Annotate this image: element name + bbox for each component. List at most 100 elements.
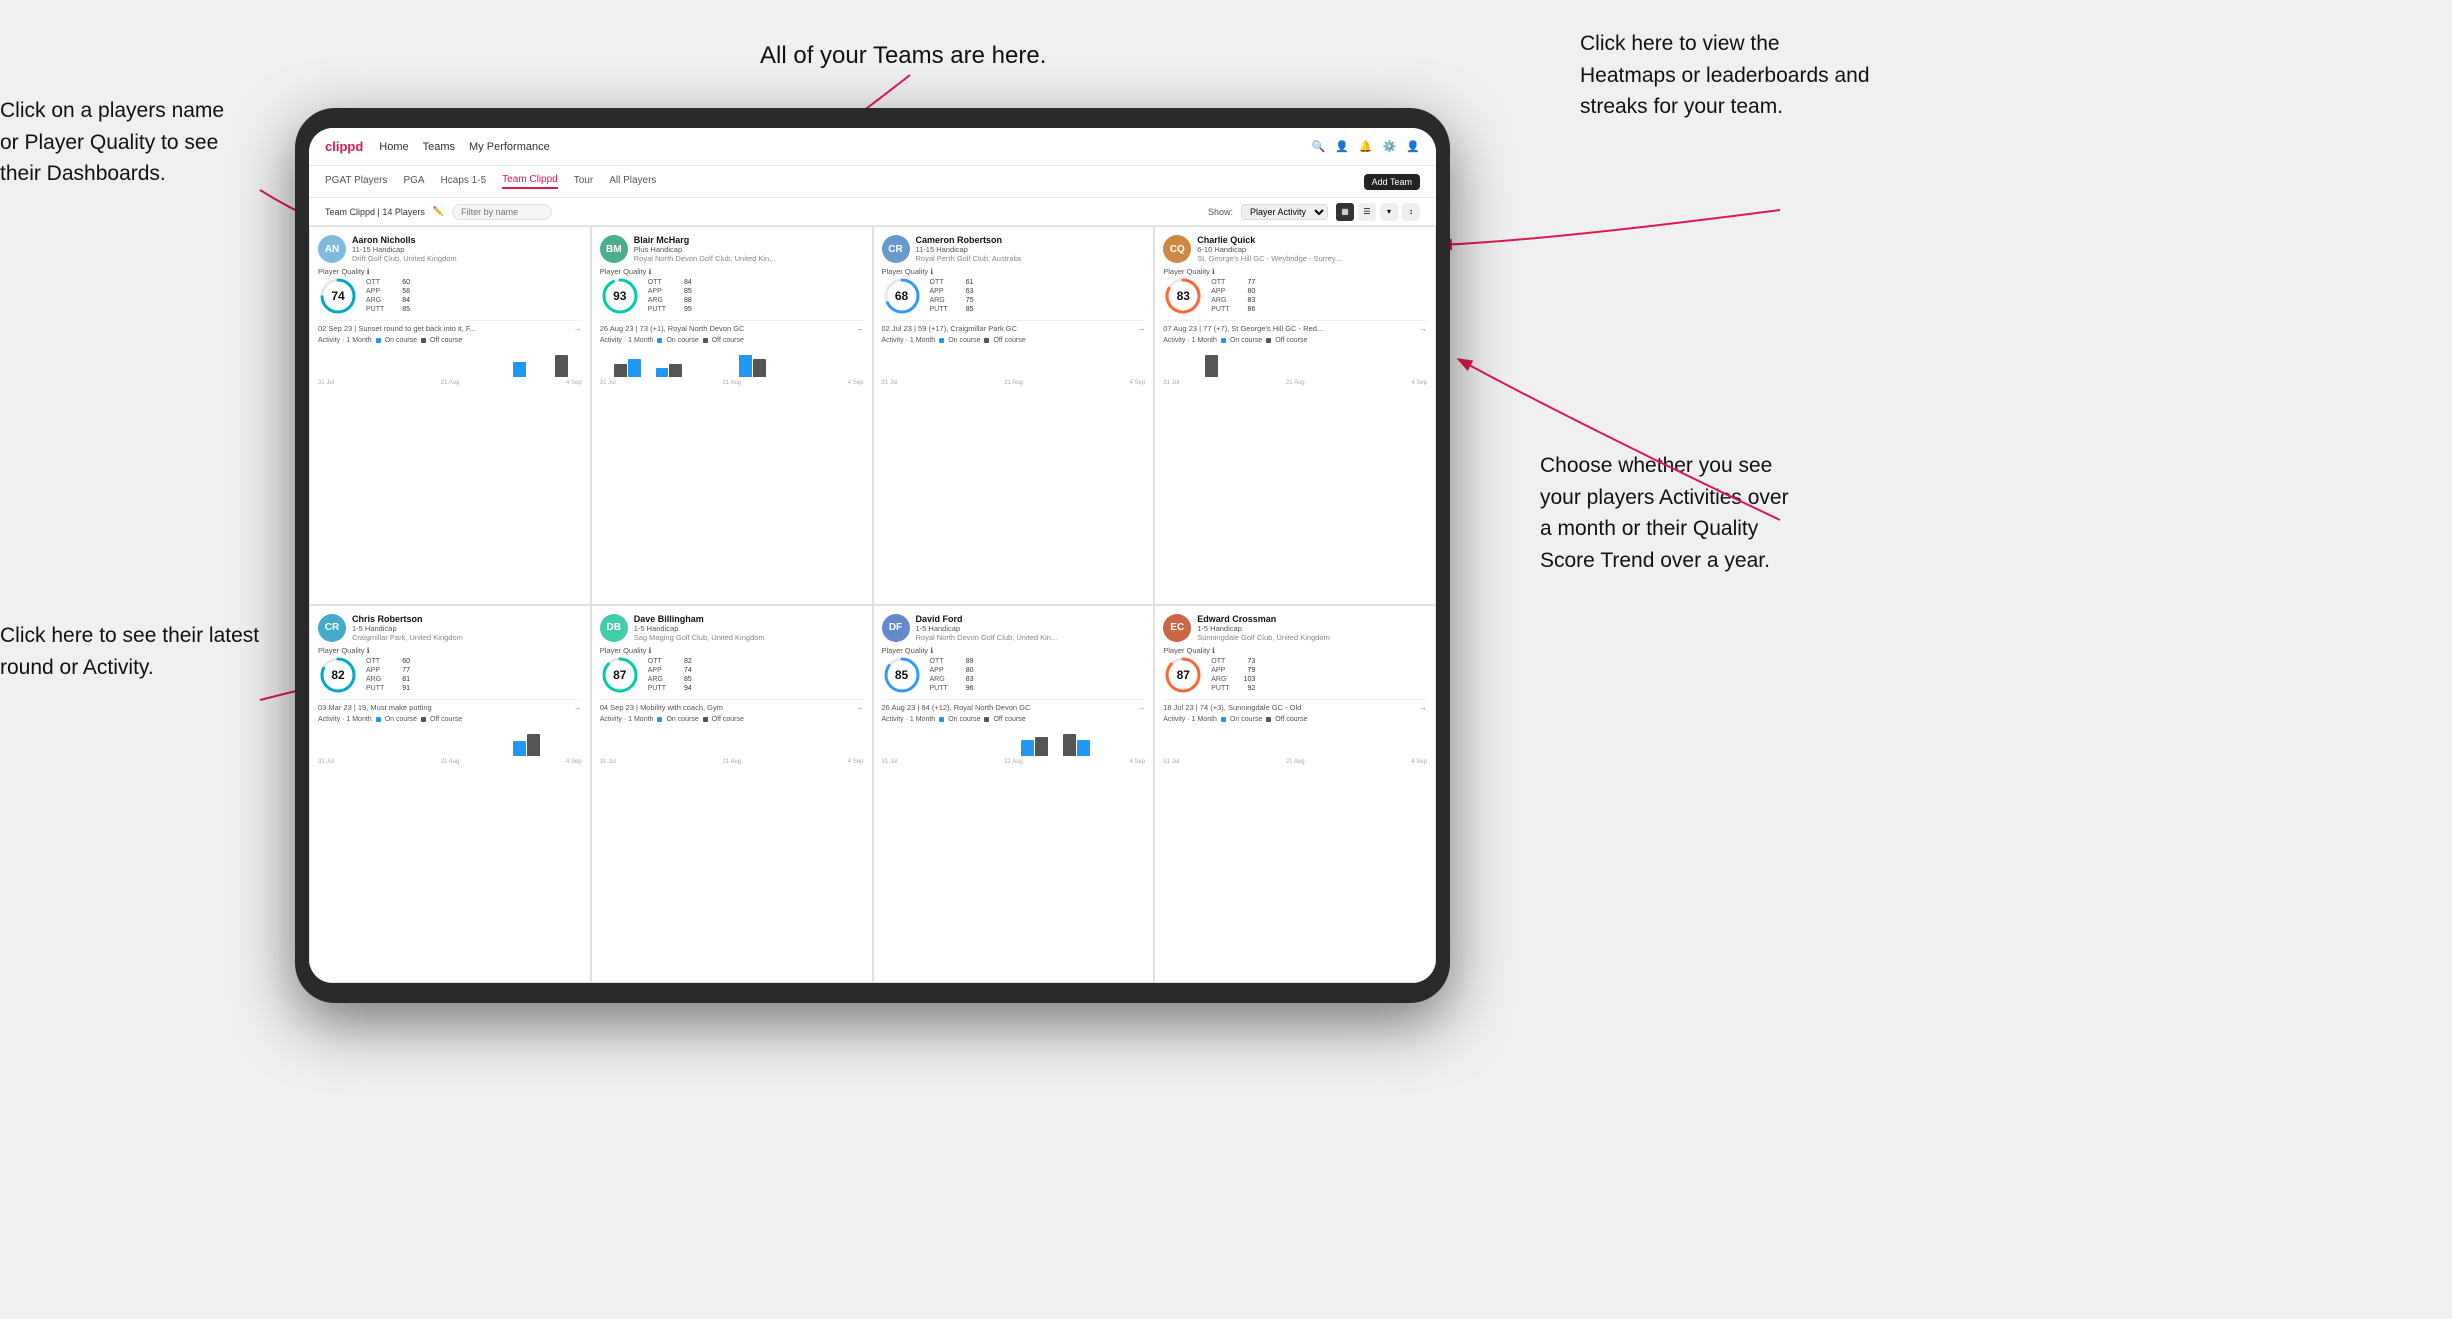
tab-hcaps[interactable]: Hcaps 1-5 <box>441 175 487 188</box>
stat-label: ARG <box>930 297 954 304</box>
player-name[interactable]: Blair McHarg <box>634 235 864 245</box>
add-team-button[interactable]: Add Team <box>1364 174 1420 190</box>
tab-tour[interactable]: Tour <box>574 175 593 188</box>
quality-circle-wrap[interactable]: 85 OTT 89 APP 80 ARG 83 <box>882 655 974 695</box>
off-course-label: Off course <box>1275 716 1307 723</box>
activity-section: Activity · 1 Month On course Off course … <box>318 337 582 386</box>
latest-round[interactable]: 03 Mar 23 | 19, Must make putting → <box>318 699 582 712</box>
latest-round[interactable]: 04 Sep 23 | Mobility with coach, Gym → <box>600 699 864 712</box>
search-icon[interactable]: 🔍 <box>1311 140 1325 153</box>
tab-all-players[interactable]: All Players <box>609 175 656 188</box>
tab-pgat[interactable]: PGAT Players <box>325 175 387 188</box>
quality-circle: 74 <box>318 276 358 316</box>
chart-label-start: 31 Jul <box>1163 380 1179 386</box>
filter-input[interactable] <box>452 204 552 220</box>
nav-teams[interactable]: Teams <box>423 141 455 153</box>
player-header[interactable]: CQ Charlie Quick 6-10 Handicap St. Georg… <box>1163 235 1427 263</box>
chart-bar <box>837 755 850 756</box>
chart-bar <box>1163 755 1176 756</box>
stat-value: 91 <box>396 685 410 692</box>
latest-round[interactable]: 07 Aug 23 | 77 (+7), St George's Hill GC… <box>1163 320 1427 333</box>
filter-button[interactable]: ▾ <box>1380 203 1398 221</box>
latest-round[interactable]: 26 Aug 23 | 73 (+1), Royal North Devon G… <box>600 320 864 333</box>
quality-section: Player Quality ℹ 74 OTT 60 <box>318 267 582 316</box>
round-arrow[interactable]: → <box>1137 324 1145 333</box>
round-arrow[interactable]: → <box>1419 324 1427 333</box>
player-name[interactable]: Chris Robertson <box>352 614 582 624</box>
chart-area <box>882 723 1146 758</box>
round-arrow[interactable]: → <box>1419 703 1427 712</box>
quality-circle-wrap[interactable]: 87 OTT 73 APP 79 ARG 103 <box>1163 655 1255 695</box>
player-name[interactable]: Cameron Robertson <box>916 235 1146 245</box>
player-header[interactable]: DF David Ford 1-5 Handicap Royal North D… <box>882 614 1146 642</box>
stat-label: APP <box>1211 288 1235 295</box>
round-arrow[interactable]: → <box>856 324 864 333</box>
chart-bar <box>332 755 345 756</box>
tab-team-clippd[interactable]: Team Clippd <box>502 174 558 189</box>
avatar[interactable]: 👤 <box>1406 140 1420 153</box>
grid-view-button[interactable]: ▦ <box>1336 203 1354 221</box>
stat-value: 94 <box>678 685 692 692</box>
player-header[interactable]: BM Blair McHarg Plus Handicap Royal Nort… <box>600 235 864 263</box>
chart-labels: 31 Jul 21 Aug 4 Sep <box>882 759 1146 765</box>
chart-bar <box>1021 376 1034 377</box>
show-select[interactable]: Player Activity <box>1241 204 1328 220</box>
quality-circle-wrap[interactable]: 83 OTT 77 APP 80 ARG 83 <box>1163 276 1255 316</box>
edit-icon[interactable]: ✏️ <box>433 206 444 217</box>
latest-round[interactable]: 26 Aug 23 | 84 (+12), Royal North Devon … <box>882 699 1146 712</box>
stat-row: APP 80 <box>1211 288 1255 295</box>
player-name[interactable]: Charlie Quick <box>1197 235 1427 245</box>
player-name[interactable]: Aaron Nicholls <box>352 235 582 245</box>
player-header[interactable]: AN Aaron Nicholls 11-15 Handicap Drift G… <box>318 235 582 263</box>
latest-round[interactable]: 02 Jul 23 | 59 (+17), Craigmillar Park G… <box>882 320 1146 333</box>
player-header[interactable]: EC Edward Crossman 1-5 Handicap Sunningd… <box>1163 614 1427 642</box>
round-arrow[interactable]: → <box>574 703 582 712</box>
quality-label: Player Quality ℹ <box>318 646 410 655</box>
round-arrow[interactable]: → <box>574 324 582 333</box>
list-view-button[interactable]: ☰ <box>1358 203 1376 221</box>
chart-bar <box>1132 376 1145 377</box>
settings-icon[interactable]: ⚙️ <box>1383 140 1397 153</box>
chart-bars <box>318 347 582 377</box>
chart-bar <box>600 755 613 756</box>
round-arrow[interactable]: → <box>856 703 864 712</box>
player-name[interactable]: David Ford <box>916 614 1146 624</box>
player-info: David Ford 1-5 Handicap Royal North Devo… <box>916 614 1146 642</box>
quality-circle-wrap[interactable]: 74 OTT 60 APP 58 ARG 84 <box>318 276 410 316</box>
user-icon[interactable]: 👤 <box>1335 140 1349 153</box>
latest-round[interactable]: 18 Jul 23 | 74 (+3), Sunningdale GC - Ol… <box>1163 699 1427 712</box>
round-arrow[interactable]: → <box>1137 703 1145 712</box>
quality-circle-wrap[interactable]: 68 OTT 61 APP 63 ARG 75 <box>882 276 974 316</box>
chart-label-end: 4 Sep <box>1411 380 1427 386</box>
chart-bar <box>1386 376 1399 377</box>
stat-label: PUTT <box>648 306 672 313</box>
chart-bar <box>360 376 373 377</box>
chart-bar <box>1063 376 1076 377</box>
nav-my-performance[interactable]: My Performance <box>469 141 550 153</box>
bell-icon[interactable]: 🔔 <box>1359 140 1373 153</box>
player-club: Craigmillar Park, United Kingdom <box>352 633 582 642</box>
sort-button[interactable]: ↕ <box>1402 203 1420 221</box>
quality-circle-wrap[interactable]: 93 OTT 84 APP 85 ARG 88 <box>600 276 692 316</box>
stat-label: PUTT <box>648 685 672 692</box>
player-header[interactable]: CR Chris Robertson 1-5 Handicap Craigmil… <box>318 614 582 642</box>
tab-pga[interactable]: PGA <box>403 175 424 188</box>
chart-bar <box>485 755 498 756</box>
quality-circle-wrap[interactable]: 82 OTT 60 APP 77 ARG 81 <box>318 655 410 695</box>
player-header[interactable]: DB Dave Billingham 1-5 Handicap Sag Magi… <box>600 614 864 642</box>
chart-bar <box>851 755 864 756</box>
stat-row: OTT 73 <box>1211 658 1255 665</box>
player-name[interactable]: Edward Crossman <box>1197 614 1427 624</box>
chart-bar <box>1358 755 1371 756</box>
quality-circle-wrap[interactable]: 87 OTT 82 APP 74 ARG 85 <box>600 655 692 695</box>
chart-bar <box>809 376 822 377</box>
latest-round[interactable]: 02 Sep 23 | Sunset round to get back int… <box>318 320 582 333</box>
player-name[interactable]: Dave Billingham <box>634 614 864 624</box>
on-course-label: On course <box>666 337 698 344</box>
activity-label: Activity · 1 Month <box>882 337 936 344</box>
stat-row: PUTT 91 <box>366 685 410 692</box>
nav-home[interactable]: Home <box>379 141 408 153</box>
stat-value: 85 <box>396 306 410 313</box>
activity-section: Activity · 1 Month On course Off course … <box>882 337 1146 386</box>
player-header[interactable]: CR Cameron Robertson 11-15 Handicap Roya… <box>882 235 1146 263</box>
